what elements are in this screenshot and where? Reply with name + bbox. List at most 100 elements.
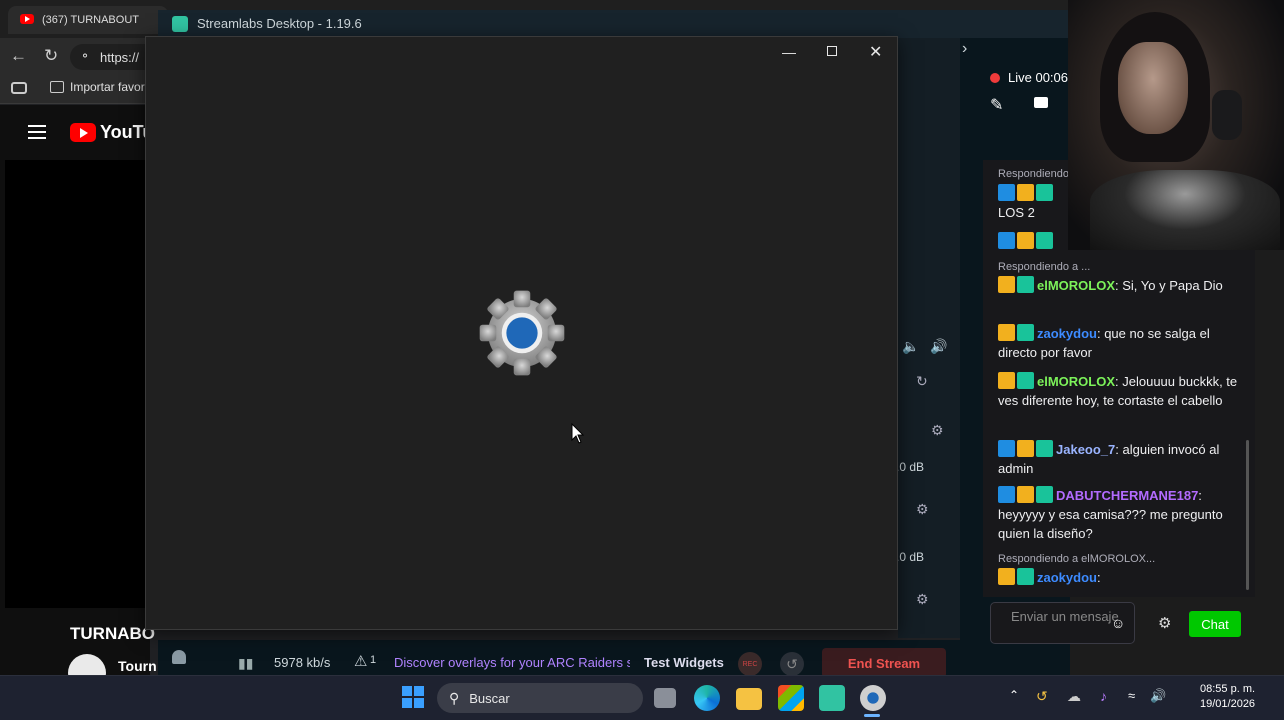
camera-icon[interactable] xyxy=(1034,97,1048,108)
webcam-person-face xyxy=(1118,42,1188,134)
streamlabs-taskbar-icon[interactable] xyxy=(819,685,845,711)
user-badges xyxy=(998,486,1053,503)
chat-username[interactable]: elMOROLOX xyxy=(1037,278,1115,293)
chat-username[interactable]: elMOROLOX xyxy=(1037,374,1115,389)
sub-badge-icon xyxy=(1017,372,1034,389)
hamburger-menu-icon[interactable] xyxy=(28,125,46,139)
collapse-chevron-icon[interactable]: › xyxy=(962,40,967,58)
chat-settings-icon[interactable]: ⚙ xyxy=(1158,614,1171,632)
settings-taskbar-icon[interactable] xyxy=(860,685,886,711)
video-title: TURNABO xyxy=(70,624,155,643)
webcam-person-shirt xyxy=(1090,170,1280,250)
taskbar-clock[interactable]: 08:55 p. m. 19/01/2026 xyxy=(1200,682,1255,712)
tray-weather-icon[interactable]: ☁ xyxy=(1067,688,1081,705)
chat-username[interactable]: zaokydou xyxy=(1037,326,1097,341)
bookmark-import[interactable]: Importar favor xyxy=(50,80,145,94)
microsoft-store-icon[interactable] xyxy=(778,685,804,711)
test-widgets-button[interactable]: Test Widgets xyxy=(644,655,724,670)
bar-chart-icon[interactable]: ▮▮ xyxy=(238,655,253,672)
clock-date: 19/01/2026 xyxy=(1200,698,1256,710)
chat-send-button[interactable]: Chat xyxy=(1189,611,1241,637)
video-player[interactable] xyxy=(5,160,150,608)
streamlabs-window-title: Streamlabs Desktop - 1.19.6 xyxy=(197,16,362,31)
user-icon[interactable] xyxy=(172,650,186,664)
search-icon: ⚲ xyxy=(449,689,460,706)
close-icon[interactable]: ✕ xyxy=(869,42,882,62)
sub-badge-icon xyxy=(1017,568,1034,585)
tray-chevron-icon[interactable]: ⌃ xyxy=(1009,688,1019,702)
user-badges xyxy=(998,568,1034,585)
chat-username[interactable]: zaokydou xyxy=(1037,570,1097,585)
user-badges xyxy=(998,276,1034,293)
minimize-icon[interactable]: — xyxy=(782,44,796,60)
mouse-cursor-icon xyxy=(571,423,585,444)
record-button[interactable]: REC xyxy=(738,652,762,676)
chat-username[interactable]: DABUTCHERMANE187 xyxy=(1056,488,1198,503)
search-label: Buscar xyxy=(469,690,510,706)
mute-mic-icon[interactable]: 🔈 xyxy=(902,338,919,355)
file-explorer-icon[interactable] xyxy=(736,688,762,710)
emoji-icon[interactable]: ☺ xyxy=(1111,615,1125,631)
refresh-icon[interactable]: ↻ xyxy=(916,373,928,390)
chat-message: elMOROLOX: Jelouuuu buckkk, te ves difer… xyxy=(998,372,1238,410)
bookmark-label: Importar favor xyxy=(70,80,145,94)
user-badges xyxy=(998,232,1053,249)
active-app-indicator xyxy=(864,714,880,717)
user-badges xyxy=(998,372,1034,389)
crown-badge-icon xyxy=(1017,184,1034,201)
edge-browser-icon[interactable] xyxy=(694,685,720,711)
taskbar-search[interactable]: ⚲ Buscar xyxy=(437,683,643,713)
replay-buffer-button[interactable]: ↺ xyxy=(780,652,804,676)
chat-scrollbar[interactable] xyxy=(1246,440,1249,590)
tray-sync-icon[interactable]: ↺ xyxy=(1036,688,1048,705)
chat-message: DABUTCHERMANE187: heyyyyy y esa camisa??… xyxy=(998,486,1238,543)
source-settings-icon[interactable]: ⚙ xyxy=(916,501,929,518)
live-dot-icon xyxy=(990,72,1000,83)
live-timer: Live 00:06 xyxy=(1008,70,1068,85)
mixer-db-value: .0 dB xyxy=(896,550,925,564)
chat-username[interactable]: Jakeoo_7 xyxy=(1056,442,1115,457)
source-settings-icon[interactable]: ⚙ xyxy=(916,591,929,608)
chat-message-text: : xyxy=(1096,570,1101,585)
site-info-icon[interactable]: ⚬ xyxy=(80,49,90,63)
windows-start-icon[interactable] xyxy=(402,686,424,708)
mixer-db-value: .0 dB xyxy=(896,460,925,474)
user-badges xyxy=(998,440,1053,457)
speaker-icon[interactable]: 🔊 xyxy=(930,338,947,355)
sub-badge-icon xyxy=(1036,232,1053,249)
settings-gear-icon xyxy=(479,290,565,376)
mixer-settings-icon[interactable]: ⚙ xyxy=(931,422,944,439)
end-stream-button[interactable]: End Stream xyxy=(822,648,946,678)
browser-tab-title: (367) TURNABOUT xyxy=(42,14,139,26)
crown-badge-icon xyxy=(1017,440,1034,457)
webcam-microphone xyxy=(1212,90,1242,140)
tray-wifi-icon[interactable]: ≈ xyxy=(1128,688,1135,703)
youtube-logo[interactable]: YouTube xyxy=(70,122,145,143)
sub-badge-icon xyxy=(1017,276,1034,293)
discover-overlays-link[interactable]: Discover overlays for your ARC Raiders s xyxy=(394,655,630,670)
maximize-icon[interactable] xyxy=(827,46,837,56)
chat-message-text: LOS 2 xyxy=(998,205,1035,220)
browser-tab-youtube[interactable]: (367) TURNABOUT xyxy=(8,6,168,34)
sub-badge-icon xyxy=(1036,440,1053,457)
bitrate-display: 5978 kb/s xyxy=(274,655,331,670)
tab-search-icon[interactable] xyxy=(11,82,27,94)
edit-pencil-icon[interactable]: ✎ xyxy=(990,95,1003,115)
mod-badge-icon xyxy=(998,440,1015,457)
crown-badge-icon xyxy=(998,276,1015,293)
live-indicator: Live 00:06 xyxy=(990,70,1068,85)
tray-microphone-icon[interactable]: ♪ xyxy=(1100,688,1107,704)
back-arrow-icon[interactable]: ← xyxy=(10,46,27,66)
youtube-play-icon xyxy=(70,123,96,142)
alert-icon[interactable]: ⚠ xyxy=(354,652,367,670)
reply-header: Respondiendo a ... xyxy=(998,261,1091,273)
reload-icon[interactable]: ↻ xyxy=(44,46,58,66)
mod-badge-icon xyxy=(998,486,1015,503)
task-view-icon[interactable] xyxy=(654,688,676,708)
channel-name[interactable]: Tourn xyxy=(118,658,157,674)
mod-badge-icon xyxy=(998,232,1015,249)
chat-message-text: : Si, Yo y Papa Dio xyxy=(1115,278,1223,293)
replay-icon: ↺ xyxy=(786,655,798,672)
tray-volume-icon[interactable]: 🔊 xyxy=(1150,688,1166,704)
chat-message: Jakeoo_7: alguien invocó al admin xyxy=(998,440,1238,478)
